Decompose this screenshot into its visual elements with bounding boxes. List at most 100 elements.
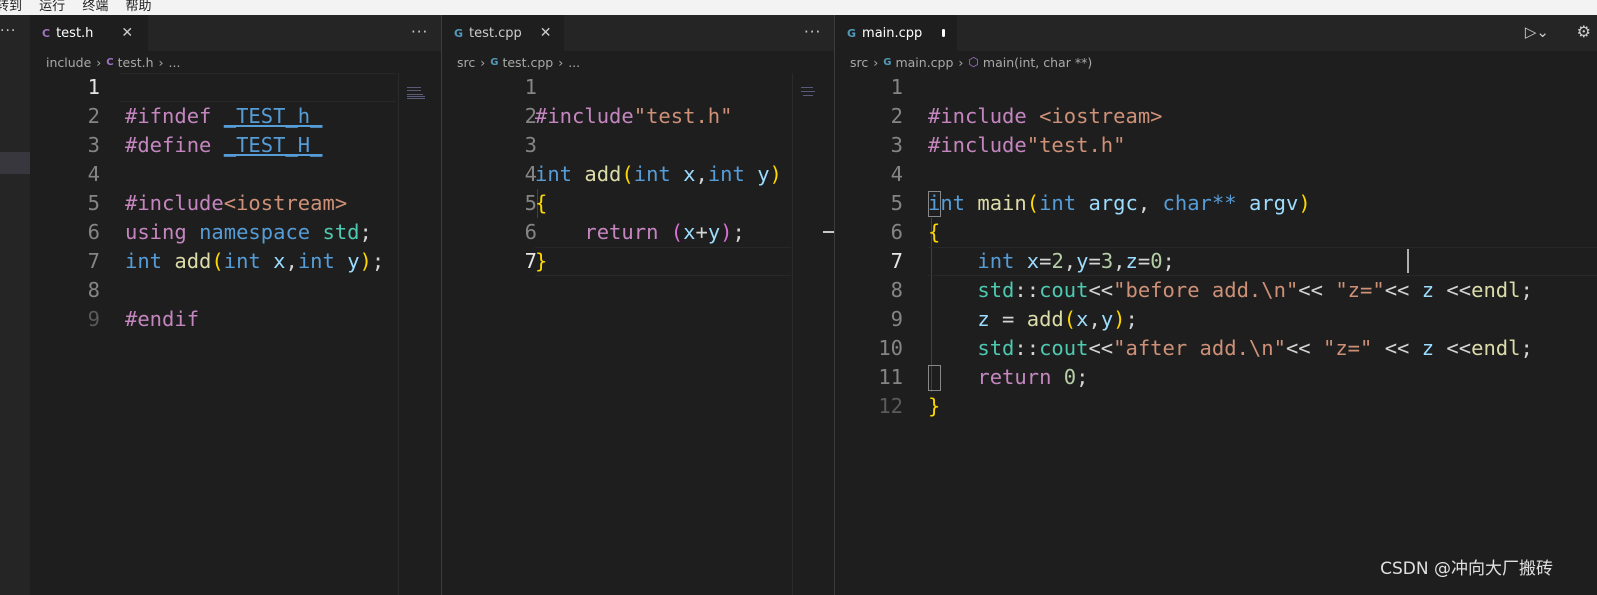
activity-bar: ··· [0, 15, 30, 595]
line-number: 8 [890, 278, 903, 302]
line-number: 1 [87, 75, 100, 99]
chevron-right-icon: › [873, 54, 879, 70]
cpp-file-icon: G [454, 26, 464, 40]
line-number: 7 [890, 249, 903, 273]
text-cursor [1407, 249, 1409, 273]
line-number: 3 [87, 133, 100, 157]
close-icon[interactable]: ✕ [121, 25, 133, 41]
line-number: 7 [524, 249, 537, 273]
code-editor[interactable]: 1 #include <iostream> 2 #include"test.h"… [835, 73, 1597, 595]
code-line: int x=2,y=3,z=0; [977, 249, 1175, 273]
code-editor[interactable]: 1 #include"test.h" 2 3 int add(int x,int… [442, 73, 834, 595]
menu-item-run[interactable]: 运行 [39, 0, 65, 13]
close-icon[interactable]: ✕ [540, 25, 552, 41]
line-number: 6 [524, 220, 537, 244]
tab-label: test.cpp [469, 25, 522, 41]
line-number: 12 [878, 394, 903, 418]
chevron-right-icon: › [96, 54, 102, 70]
chevron-right-icon: › [480, 54, 486, 70]
menu-bar: 转到 运行 终端 帮助 [0, 0, 1597, 15]
breadcrumb: src › G test.cpp › ... [442, 51, 834, 73]
editor-group-3: G main.cpp ▷⌄ ⚙ src › G main.cpp › ⬡ mai… [835, 15, 1597, 595]
code-line: z = add(x,y); [977, 307, 1138, 331]
menu-item-help[interactable]: 帮助 [125, 0, 151, 13]
run-debug-icon[interactable]: ▷⌄ [1525, 23, 1549, 41]
line-number: 2 [87, 104, 100, 128]
line-number: 6 [890, 220, 903, 244]
editor-group-1: C test.h ✕ ··· include › C test.h › ... … [30, 15, 441, 595]
editor-group-2: G test.cpp ✕ ··· src › G test.cpp › ... … [442, 15, 835, 595]
breadcrumb-file[interactable]: test.cpp [502, 55, 553, 70]
ellipsis-icon[interactable]: ··· [0, 23, 16, 39]
line-number: 6 [87, 220, 100, 244]
tab-bar: G main.cpp ▷⌄ ⚙ [835, 15, 1597, 51]
tab-test-cpp[interactable]: G test.cpp ✕ [442, 15, 564, 51]
watermark: CSDN @冲向大厂搬砖 [1380, 559, 1553, 579]
line-number: 4 [524, 162, 537, 186]
tab-bar: C test.h ✕ ··· [30, 15, 441, 51]
code-line: #define _TEST_H_ [125, 133, 323, 157]
breadcrumb: include › C test.h › ... [30, 51, 441, 73]
code-editor[interactable]: 1 #ifndef _TEST_h_ 2 #define _TEST_H_ 3 … [30, 73, 441, 595]
line-number: 11 [878, 365, 903, 389]
code-line: using namespace std; [125, 220, 372, 244]
chevron-right-icon: › [558, 54, 564, 70]
line-number: 5 [890, 191, 903, 215]
code-line: std::cout<<"before add.\n"<< "z="<< z <<… [977, 278, 1533, 302]
code-line: #include<iostream> [125, 191, 348, 215]
menu-item-terminal[interactable]: 终端 [82, 0, 108, 13]
line-number: 1 [524, 75, 537, 99]
code-line: #include"test.h" [535, 104, 733, 128]
tab-test-h[interactable]: C test.h ✕ [30, 15, 148, 51]
breadcrumb-symbol[interactable]: ... [568, 55, 580, 70]
gear-icon[interactable]: ⚙ [1577, 22, 1591, 41]
current-line-highlight [535, 247, 791, 276]
chevron-right-icon: › [158, 54, 164, 70]
breadcrumb-symbol[interactable]: main(int, char **) [983, 55, 1092, 70]
c-file-icon: C [106, 56, 114, 68]
tab-bar: G test.cpp ✕ ··· [442, 15, 834, 51]
line-number: 1 [890, 75, 903, 99]
line-number: 5 [524, 191, 537, 215]
tab-label: test.h [56, 25, 94, 41]
breadcrumb-symbol[interactable]: ... [169, 55, 181, 70]
breadcrumb-folder[interactable]: src [850, 55, 868, 70]
c-file-icon: C [42, 26, 51, 40]
line-number: 2 [524, 104, 537, 128]
cpp-file-icon: G [490, 56, 499, 68]
code-line: { [928, 220, 941, 244]
breadcrumb-folder[interactable]: include [46, 55, 91, 70]
code-line: int add(int x,int y); [125, 249, 385, 273]
cpp-file-icon: G [883, 56, 892, 68]
code-line: int add(int x,int y) [535, 162, 782, 186]
breadcrumb: src › G main.cpp › ⬡ main(int, char **) [835, 51, 1597, 73]
line-number: 7 [87, 249, 100, 273]
unsaved-dot-icon[interactable] [942, 29, 945, 37]
chevron-right-icon: › [958, 54, 964, 70]
line-number: 3 [524, 133, 537, 157]
line-number: 3 [890, 133, 903, 157]
line-number: 4 [87, 162, 100, 186]
line-number: 4 [890, 162, 903, 186]
code-line: return (x+y); [584, 220, 745, 244]
line-number: 10 [878, 336, 903, 360]
code-line: return 0; [977, 365, 1089, 389]
line-number: 9 [890, 307, 903, 331]
line-number: 2 [890, 104, 903, 128]
line-number: 8 [87, 278, 100, 302]
code-line: int main(int argc, char** argv) [928, 191, 1311, 215]
more-actions-icon[interactable]: ··· [411, 23, 428, 41]
menu-item-goto[interactable]: 转到 [0, 0, 22, 13]
code-line: std::cout<<"after add.\n"<< "z=" << z <<… [977, 336, 1533, 360]
minimap[interactable] [398, 73, 433, 595]
breadcrumb-folder[interactable]: src [457, 55, 475, 70]
current-line-highlight [120, 73, 396, 102]
code-line: #endif [125, 307, 200, 331]
tab-main-cpp[interactable]: G main.cpp [835, 15, 957, 51]
more-actions-icon[interactable]: ··· [804, 23, 821, 41]
code-line: } [928, 394, 941, 418]
breadcrumb-file[interactable]: test.h [118, 55, 154, 70]
breadcrumb-file[interactable]: main.cpp [895, 55, 953, 70]
minimap[interactable] [792, 73, 835, 595]
line-number: 9 [87, 307, 100, 331]
